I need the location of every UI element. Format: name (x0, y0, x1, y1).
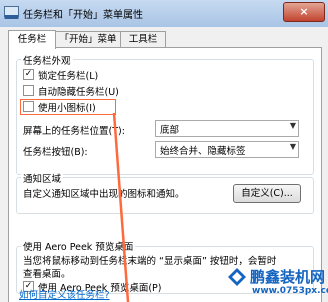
watermark-logo-icon (228, 268, 246, 286)
tab-taskbar[interactable]: 任务栏 (8, 30, 56, 49)
properties-window: 任务栏和「开始」菜单属性 × 任务栏 「开始」菜单 工具栏 任务栏外观 ✓ 锁定… (0, 0, 328, 302)
watermark-url: www.0753px.com (252, 286, 328, 296)
watermark-brand: 鹏鑫装机网 (250, 268, 326, 286)
